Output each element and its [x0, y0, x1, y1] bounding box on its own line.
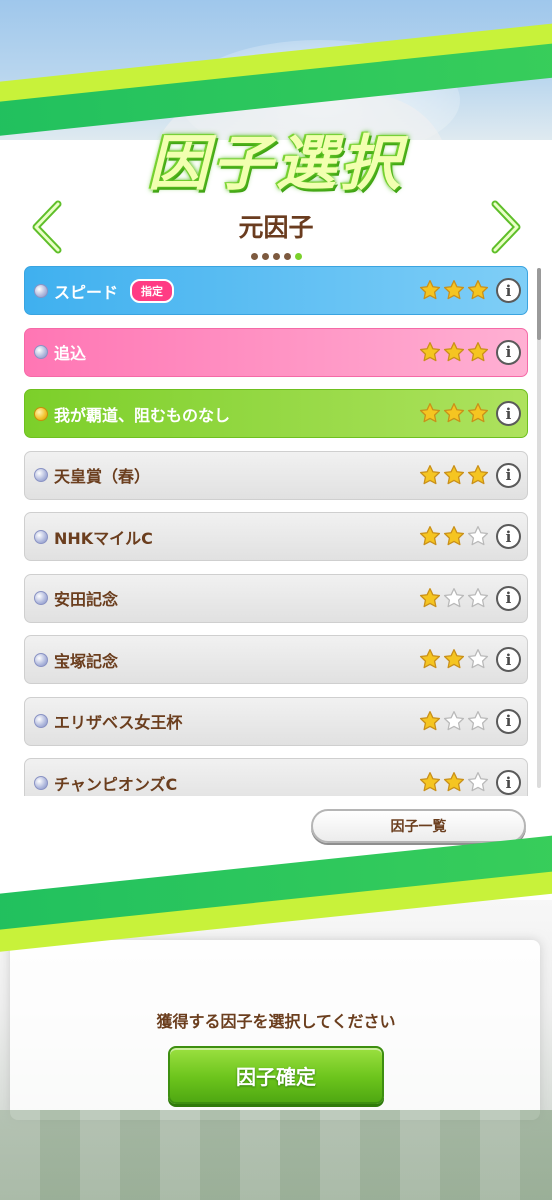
- factor-bullet-icon: [34, 529, 48, 544]
- factor-bullet-icon: [34, 345, 48, 359]
- factor-row[interactable]: スピード 指定 i: [24, 266, 528, 315]
- star-empty-icon: [443, 710, 465, 732]
- factor-bullet-icon: [34, 652, 48, 667]
- info-icon[interactable]: i: [496, 585, 521, 611]
- star-filled-icon: [467, 402, 489, 424]
- factor-name: NHKマイルC: [54, 528, 153, 548]
- star-filled-icon: [419, 771, 441, 793]
- factor-name: 我が覇道、阻むものなし: [54, 405, 231, 425]
- star-filled-icon: [443, 525, 465, 547]
- factor-name: 宝塚記念: [54, 651, 119, 671]
- star-rating: [419, 402, 489, 424]
- star-filled-icon: [467, 279, 489, 301]
- star-filled-icon: [419, 648, 441, 670]
- factor-name: 天皇賞（春）: [54, 467, 151, 486]
- star-rating: [419, 710, 489, 732]
- star-filled-icon: [443, 279, 465, 301]
- factor-row[interactable]: エリザベス女王杯 i: [24, 696, 528, 746]
- factor-bullet-icon: [34, 468, 48, 482]
- info-icon[interactable]: i: [496, 278, 521, 303]
- factor-list-button[interactable]: 因子一覧: [311, 809, 526, 843]
- info-icon[interactable]: i: [496, 462, 521, 488]
- factor-bullet-icon: [34, 591, 48, 605]
- page-dot: [261, 253, 269, 260]
- factor-row[interactable]: 我が覇道、阻むものなし i: [24, 389, 528, 438]
- factor-row[interactable]: 追込 i: [24, 327, 528, 377]
- page-dot: [283, 253, 291, 260]
- factor-name: 追込: [54, 344, 87, 363]
- factor-bullet-icon: [34, 406, 48, 421]
- factor-row[interactable]: 宝塚記念 i: [24, 635, 528, 684]
- blurred-ground: [0, 1110, 552, 1200]
- star-filled-icon: [419, 341, 441, 363]
- star-filled-icon: [419, 710, 441, 732]
- star-filled-icon: [419, 464, 441, 486]
- star-filled-icon: [443, 464, 465, 486]
- star-filled-icon: [443, 341, 465, 363]
- info-icon[interactable]: i: [496, 770, 521, 795]
- star-rating: [419, 525, 489, 547]
- factor-name: チャンピオンズC: [54, 774, 178, 794]
- star-empty-icon: [467, 710, 489, 732]
- factor-name: スピード: [54, 282, 119, 302]
- star-rating: [419, 648, 489, 670]
- factor-row[interactable]: 天皇賞（春） i: [24, 450, 528, 500]
- factor-row[interactable]: チャンピオンズC i: [24, 758, 528, 796]
- star-empty-icon: [467, 648, 489, 670]
- star-filled-icon: [443, 648, 465, 670]
- factor-bullet-icon: [34, 714, 48, 728]
- page-dot: [250, 253, 258, 260]
- factor-row[interactable]: 安田記念 i: [24, 573, 528, 623]
- instruction-text: 獲得する因子を選択してください: [156, 1012, 396, 1031]
- factor-row[interactable]: NHKマイルC i: [24, 512, 528, 561]
- scrollbar[interactable]: [537, 268, 541, 788]
- page-dot: [272, 253, 280, 260]
- info-icon[interactable]: i: [496, 708, 521, 734]
- section-subtitle: 元因子: [238, 213, 314, 242]
- factor-name: 安田記念: [54, 590, 119, 609]
- factor-bullet-icon: [34, 283, 48, 298]
- star-filled-icon: [443, 402, 465, 424]
- factor-bullet-icon: [34, 775, 48, 790]
- star-filled-icon: [467, 464, 489, 486]
- info-icon[interactable]: i: [496, 647, 521, 672]
- info-icon[interactable]: i: [496, 401, 521, 426]
- star-rating: [419, 587, 489, 609]
- star-rating: [419, 279, 489, 301]
- factor-name: エリザベス女王杯: [54, 713, 183, 732]
- star-empty-icon: [467, 771, 489, 793]
- star-filled-icon: [419, 402, 441, 424]
- star-rating: [419, 464, 489, 486]
- factor-list[interactable]: スピード 指定 i 追込 i 我が覇道、阻むものなし i 天皇賞（春） i NHKマイルC i 安田記…: [24, 266, 529, 796]
- star-rating: [419, 341, 489, 363]
- page-title: 因子選択: [148, 129, 404, 199]
- scrollbar-thumb[interactable]: [537, 268, 541, 340]
- star-rating: [419, 771, 489, 793]
- page-indicator: [0, 245, 552, 264]
- info-icon[interactable]: i: [496, 524, 521, 549]
- star-empty-icon: [467, 587, 489, 609]
- star-filled-icon: [443, 771, 465, 793]
- page-dot: [294, 253, 302, 260]
- star-filled-icon: [419, 279, 441, 301]
- star-empty-icon: [467, 525, 489, 547]
- star-filled-icon: [419, 587, 441, 609]
- star-filled-icon: [419, 525, 441, 547]
- star-empty-icon: [443, 587, 465, 609]
- star-filled-icon: [467, 341, 489, 363]
- info-icon[interactable]: i: [496, 339, 521, 365]
- confirm-factor-button[interactable]: 因子確定: [168, 1046, 384, 1104]
- designated-badge: 指定: [130, 278, 175, 303]
